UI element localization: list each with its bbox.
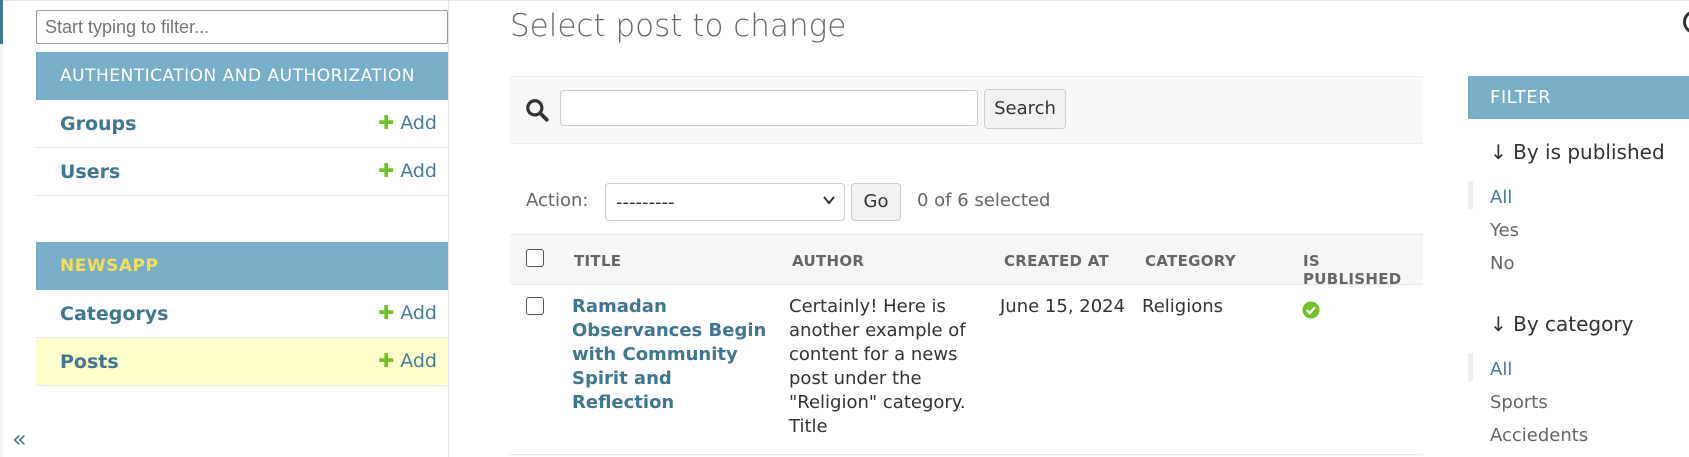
categorys-add-link[interactable]: ✚ Add <box>378 302 437 324</box>
author-line: "Religion" category. <box>789 392 966 413</box>
add-label: Add <box>400 302 437 324</box>
add-label: Add <box>400 160 437 182</box>
column-header-category[interactable]: CATEGORY <box>1145 252 1236 270</box>
action-selected-option: --------- <box>616 192 675 213</box>
selection-counter: 0 of 6 selected <box>917 190 1051 211</box>
users-link[interactable]: Users <box>60 161 120 183</box>
chevron-down-icon <box>823 196 835 205</box>
app-header-auth[interactable]: AUTHENTICATION AND AUTHORIZATION <box>36 52 449 100</box>
author-line: content for a news <box>789 344 958 365</box>
double-chevron-left-icon[interactable]: « <box>12 425 27 453</box>
table-row: Ramadan Observances Begin with Community… <box>510 284 1423 455</box>
filter-panel: FILTER ↓ By is published All Yes No ↓ By… <box>1468 76 1689 457</box>
filter-option-category-all[interactable]: All <box>1490 359 1512 380</box>
go-button[interactable]: Go <box>851 183 901 221</box>
theme-toggle-icon[interactable] <box>1683 10 1689 34</box>
groups-link[interactable]: Groups <box>60 113 136 135</box>
filter-selected-indicator <box>1468 181 1473 209</box>
groups-add-link[interactable]: ✚ Add <box>378 112 437 134</box>
top-border <box>0 0 1689 1</box>
title-line: Ramadan <box>572 296 667 317</box>
column-header-author[interactable]: AUTHOR <box>792 252 864 270</box>
author-line: Title <box>789 416 828 437</box>
sidebar-item-users: Users ✚ Add <box>36 148 449 196</box>
actions-bar: Action: --------- Go 0 of 6 selected <box>510 180 1423 226</box>
filter-header: FILTER <box>1468 76 1689 119</box>
action-select[interactable]: --------- <box>605 183 845 221</box>
row-checkbox[interactable] <box>526 297 544 315</box>
plus-icon: ✚ <box>378 350 395 372</box>
add-label: Add <box>400 112 437 134</box>
select-all-checkbox[interactable] <box>526 249 544 267</box>
post-title-link[interactable]: Ramadan Observances Begin with Community… <box>572 295 772 415</box>
sidebar-filter-input[interactable] <box>36 10 448 44</box>
sidebar-item-categorys: Categorys ✚ Add <box>36 290 449 338</box>
filter-option-published-yes[interactable]: Yes <box>1490 220 1519 241</box>
filter-selected-indicator <box>1468 353 1473 381</box>
plus-icon: ✚ <box>378 112 395 134</box>
plus-icon: ✚ <box>378 160 395 182</box>
author-line: another example of <box>789 320 966 341</box>
search-toolbar: Search <box>510 76 1423 144</box>
filter-option-category-sports[interactable]: Sports <box>1490 392 1548 413</box>
title-line: Spirit and Reflection <box>572 368 675 413</box>
posts-link[interactable]: Posts <box>60 351 119 373</box>
filter-heading-category: ↓ By category <box>1490 312 1634 336</box>
author-line: post under the <box>789 368 922 389</box>
app-header-newsapp[interactable]: NEWSAPP <box>36 242 449 290</box>
table-header-row: TITLE AUTHOR CREATED AT CATEGORY IS PUBL… <box>510 234 1423 288</box>
published-check-icon <box>1302 301 1320 319</box>
sidebar-item-posts: Posts ✚ Add <box>36 338 449 386</box>
author-line: Certainly! Here is <box>789 296 946 317</box>
posts-add-link[interactable]: ✚ Add <box>378 350 437 372</box>
search-icon <box>526 99 549 122</box>
column-header-is-published[interactable]: IS PUBLISHED <box>1303 252 1423 288</box>
action-label: Action: <box>526 190 589 211</box>
category-cell: Religions <box>1142 296 1223 317</box>
nav-accent <box>0 0 3 44</box>
left-rail <box>0 0 3 457</box>
page-title: Select post to change <box>510 8 847 44</box>
filter-option-published-no[interactable]: No <box>1490 253 1514 274</box>
title-line: with Community <box>572 344 738 365</box>
search-button[interactable]: Search <box>984 89 1066 129</box>
sidebar-item-groups: Groups ✚ Add <box>36 100 449 148</box>
filter-option-category-acciedents[interactable]: Acciedents <box>1490 425 1588 446</box>
add-label: Add <box>400 350 437 372</box>
title-line: Observances Begin <box>572 320 767 341</box>
django-admin-page: AUTHENTICATION AND AUTHORIZATION Groups … <box>0 0 1689 457</box>
author-cell: Certainly! Here is another example of co… <box>789 295 979 439</box>
search-input[interactable] <box>560 90 978 126</box>
created-at-cell: June 15, 2024 <box>1000 296 1126 317</box>
column-header-title[interactable]: TITLE <box>574 252 621 270</box>
users-add-link[interactable]: ✚ Add <box>378 160 437 182</box>
filter-option-published-all[interactable]: All <box>1490 187 1512 208</box>
plus-icon: ✚ <box>378 302 395 324</box>
filter-heading-is-published: ↓ By is published <box>1490 140 1665 164</box>
column-header-created-at[interactable]: CREATED AT <box>1004 252 1109 270</box>
categorys-link[interactable]: Categorys <box>60 303 168 325</box>
sidebar-divider <box>448 0 449 457</box>
